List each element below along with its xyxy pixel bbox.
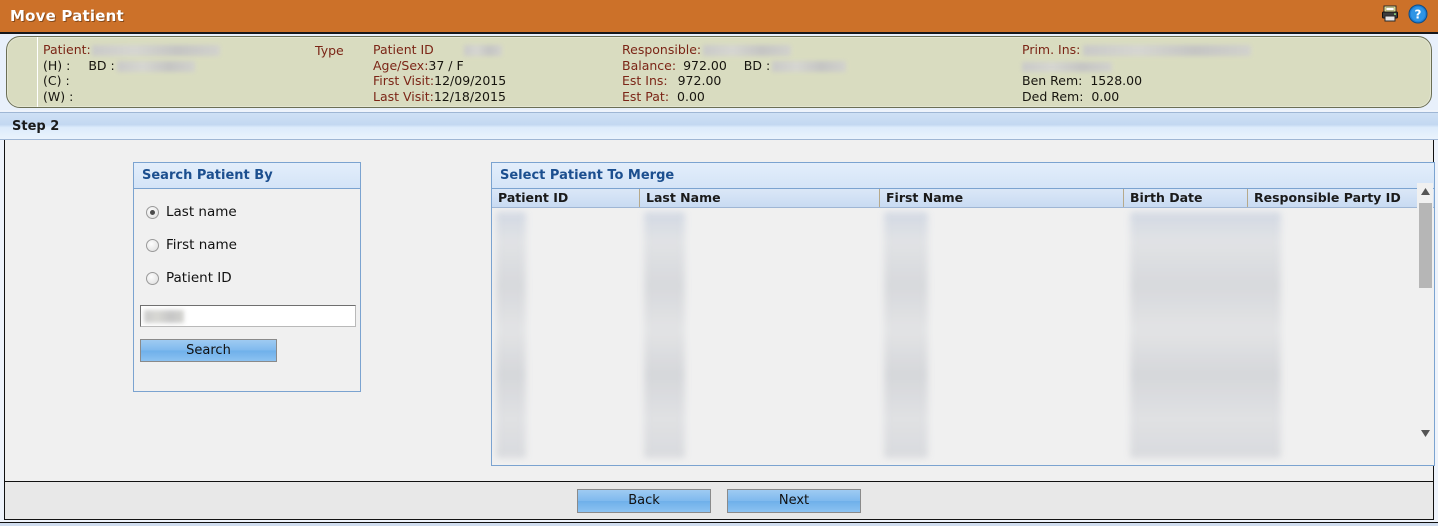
- identity-column: Patient ID Age/Sex:37 / F First Visit:12…: [373, 42, 506, 104]
- scroll-up-arrow-icon[interactable]: [1417, 183, 1433, 199]
- age-sex-value: 37 / F: [428, 57, 464, 73]
- ben-rem-label: Ben Rem:: [1022, 73, 1083, 88]
- primary-insurance-column: Prim. Ins: Ben Rem: 1528.00 Ded Rem: 0.0…: [1022, 42, 1252, 104]
- radio-option-first-name[interactable]: First name: [146, 235, 360, 255]
- radio-first-name-icon[interactable]: [146, 238, 159, 252]
- column-header-birth-date[interactable]: Birth Date: [1124, 189, 1248, 207]
- balance-value: 972.00: [683, 57, 727, 73]
- birthdate-label: BD :: [88, 57, 115, 73]
- window-title: Move Patient: [10, 7, 124, 25]
- responsible-bd-redacted: [772, 60, 847, 72]
- merge-table-scrollbar[interactable]: [1417, 183, 1433, 441]
- est-ins-value: 972.00: [677, 73, 722, 88]
- cell-phone-label: (C) :: [43, 73, 70, 88]
- patient-info-panel: Patient: (H) : BD : (C) : (W) : Type Pat: [6, 36, 1432, 108]
- responsible-bd-label: BD :: [743, 57, 771, 73]
- ded-rem-label: Ded Rem:: [1022, 88, 1084, 104]
- first-visit-label: First Visit:: [373, 73, 435, 88]
- est-pat-label: Est Pat:: [622, 88, 670, 104]
- title-bar: Move Patient ?: [0, 0, 1438, 34]
- patient-id-label: Patient ID: [373, 42, 434, 57]
- responsible-column: Responsible: Balance: 972.00 BD : Est In…: [622, 42, 847, 104]
- radio-option-patient-id[interactable]: Patient ID: [146, 268, 360, 288]
- next-button[interactable]: Next: [727, 488, 861, 513]
- merge-panel-header: Select Patient To Merge: [492, 163, 1434, 189]
- column-header-last-name[interactable]: Last Name: [640, 189, 880, 207]
- search-button[interactable]: Search: [140, 339, 277, 362]
- printer-icon[interactable]: [1381, 5, 1399, 27]
- radio-option-last-name[interactable]: Last name: [146, 202, 360, 222]
- home-phone-label: (H) :: [43, 57, 71, 73]
- ded-rem-value: 0.00: [1091, 88, 1120, 104]
- table-column-last-name-redacted: [644, 212, 685, 458]
- merge-table-body[interactable]: [492, 208, 1434, 464]
- patient-id-redacted: [463, 45, 502, 56]
- move-patient-window: Move Patient ? Patient: (H): BD: (C):…: [0, 0, 1438, 526]
- balance-label: Balance:: [622, 57, 677, 73]
- content-area: Search Patient By Last name First name P…: [4, 140, 1435, 482]
- prim-ins-redacted: [1083, 45, 1252, 56]
- search-panel-title: Search Patient By: [142, 168, 273, 183]
- select-patient-to-merge-panel: Select Patient To Merge Patient ID Last …: [491, 162, 1435, 466]
- column-header-responsible-party-id[interactable]: Responsible Party ID: [1248, 189, 1418, 207]
- type-column: Type: [315, 43, 344, 59]
- footer-bar: Back Next: [4, 482, 1434, 520]
- table-column-first-name-redacted: [884, 212, 928, 458]
- prim-ins-label: Prim. Ins:: [1022, 42, 1081, 57]
- search-panel-header: Search Patient By: [134, 163, 360, 189]
- step-label: Step 2: [12, 118, 60, 134]
- radio-first-name-label: First name: [166, 237, 237, 253]
- last-visit-label: Last Visit:: [373, 88, 434, 104]
- responsible-label: Responsible:: [622, 42, 702, 57]
- column-header-first-name[interactable]: First Name: [880, 189, 1124, 207]
- type-label: Type: [315, 43, 344, 58]
- ben-rem-value: 1528.00: [1090, 73, 1143, 88]
- patient-label: Patient:: [43, 42, 91, 57]
- step-bar: Step 2: [0, 112, 1438, 140]
- birthdate-redacted: [116, 60, 195, 72]
- scrollbar-thumb[interactable]: [1419, 203, 1432, 288]
- merge-table-header: Patient ID Last Name First Name Birth Da…: [492, 189, 1434, 208]
- patient-name-redacted: [91, 45, 220, 56]
- work-phone-label: (W) :: [43, 88, 74, 104]
- merge-panel-title: Select Patient To Merge: [500, 168, 675, 183]
- search-input-value-redacted: [144, 309, 184, 323]
- title-bar-icons: ?: [1381, 4, 1428, 28]
- patient-info-bar: Patient: (H) : BD : (C) : (W) : Type Pat: [0, 34, 1438, 110]
- responsible-name-redacted: [703, 45, 792, 56]
- scroll-down-arrow-icon[interactable]: [1417, 425, 1433, 441]
- radio-patient-id-icon[interactable]: [146, 271, 159, 285]
- patient-column: Patient: (H) : BD : (C) : (W) :: [43, 42, 220, 104]
- radio-last-name-label: Last name: [166, 204, 237, 220]
- radio-last-name-icon[interactable]: [146, 205, 159, 219]
- est-ins-label: Est Ins:: [622, 73, 668, 88]
- radio-patient-id-label: Patient ID: [166, 270, 232, 286]
- back-button[interactable]: Back: [577, 488, 711, 513]
- column-header-patient-id[interactable]: Patient ID: [492, 189, 640, 207]
- search-patient-panel: Search Patient By Last name First name P…: [133, 162, 361, 392]
- last-visit-value: 12/18/2015: [433, 88, 506, 104]
- scrollbar-track[interactable]: [1417, 199, 1433, 425]
- search-input[interactable]: [140, 305, 356, 327]
- first-visit-value: 12/09/2015: [434, 73, 507, 88]
- help-icon[interactable]: ?: [1408, 4, 1428, 28]
- table-column-patient-id-redacted: [496, 212, 526, 458]
- svg-text:?: ?: [1415, 8, 1422, 22]
- prim-ins-line2-redacted: [1022, 61, 1112, 72]
- est-pat-value: 0.00: [677, 88, 705, 104]
- age-sex-label: Age/Sex:: [373, 57, 429, 73]
- table-column-birth-date-redacted: [1130, 212, 1281, 458]
